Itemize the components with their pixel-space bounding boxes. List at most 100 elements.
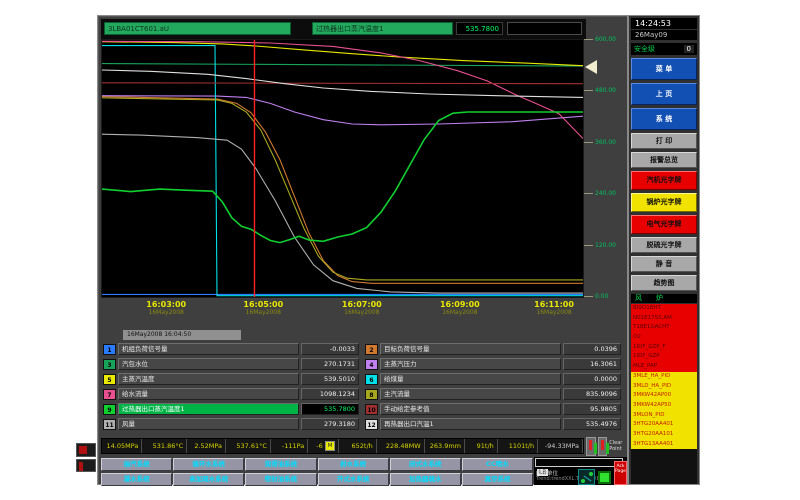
pen-color-chip: 11 (103, 419, 116, 430)
alarm-item[interactable]: 3MLE_HA_PID (631, 372, 697, 382)
pen-row-12[interactable]: 12再热器出口汽温1535.4976 (365, 417, 621, 431)
sidebar-button[interactable]: 电气光字牌 (631, 215, 697, 234)
pen-row-2[interactable]: 2目标负荷信号量0.0396 (365, 342, 621, 356)
menu-button[interactable]: 密封油系统 (245, 473, 316, 486)
tick-mark (584, 193, 593, 194)
pen-row-7[interactable]: 7给水流量1098.1234 (103, 387, 359, 401)
pen-row-10[interactable]: 10手动给定参考值95.9805 (365, 402, 621, 416)
menu-button[interactable]: 开式水系统 (318, 473, 389, 486)
x-axis-tick: 16:09:0016May2008 (425, 300, 495, 316)
pen-color-chip: 8 (365, 389, 378, 400)
header-aux-box[interactable] (507, 22, 582, 35)
tick-mark (584, 296, 593, 297)
menu-button[interactable]: 射水系统 (318, 458, 389, 471)
alarm-item[interactable]: MLE_PAP (631, 362, 697, 372)
pen-color-chip: 6 (365, 374, 378, 385)
status-segment: -111Pa (271, 439, 308, 453)
sidebar-button[interactable]: 趋势图 (631, 275, 697, 291)
pen-label: 主汽流量 (380, 388, 561, 400)
pen-row-4[interactable]: 4主蒸汽压力16.3061 (365, 357, 621, 371)
pen-label: 汽包水位 (118, 358, 299, 370)
pen-value: 16.3061 (563, 358, 621, 370)
ack-page-button[interactable]: AckPage (614, 461, 627, 485)
pen-row-9[interactable]: 9过热器出口蒸汽温度1535.7800 (103, 402, 359, 416)
alarm-item[interactable]: 3MKW42AP00 (631, 391, 697, 401)
sidebar-button[interactable]: 锅炉光字牌 (631, 193, 697, 212)
alarm-item[interactable]: 3MLON_PID (631, 411, 697, 421)
clear-point-label: Clear Point (609, 437, 628, 457)
alarm-item[interactable]: BI9O1BHT (631, 304, 697, 314)
status-value: 91t/h (477, 442, 494, 450)
trend-curve-pen-4 (102, 96, 583, 125)
status-segment: 91t/h (465, 439, 498, 453)
alarm-item[interactable]: N01E17SS.AM (631, 314, 697, 324)
status-value: 531.86°C (153, 442, 184, 450)
alarm-item[interactable]: 3MKW42AP50 (631, 401, 697, 411)
pen-row-11[interactable]: 11风量279.3180 (103, 417, 359, 431)
menu-button[interactable]: 润滑油系统 (245, 458, 316, 471)
sidebar-button[interactable]: 脱硫光字牌 (631, 237, 697, 253)
status-value: 2.52MPa (194, 442, 222, 450)
pen-color-chip: 9 (103, 404, 116, 415)
menu-button[interactable]: 抽汽系统 (101, 458, 172, 471)
pen-tag-field[interactable]: 3LBA01CT601.aU (104, 22, 291, 35)
pen-value: 279.3180 (301, 418, 359, 430)
pen-color-chip: 10 (365, 404, 378, 415)
pen-description-field[interactable]: 过热器出口蒸汽温度1 (312, 22, 453, 35)
sidebar-nav: 菜 单上 页系 统打 印报警总览汽机光字牌锅炉光字牌电气光字牌脱硫光字牌静 音趋… (631, 55, 697, 291)
menu-row-2: 凝水系统高加疏水系统密封油系统开式水系统加热器疏水真空系统 (101, 473, 533, 486)
menu-button[interactable]: 加热器疏水 (390, 473, 461, 486)
status-segment: -6M (308, 439, 339, 453)
trend-plot-area[interactable] (101, 39, 584, 298)
sidebar-button[interactable]: 汽机光字牌 (631, 171, 697, 190)
alarm-item[interactable]: 3MLD_HA_PID (631, 382, 697, 392)
menu-button[interactable]: CC喷水 (462, 458, 533, 471)
trend-curve-pen-9 (102, 112, 583, 243)
background-window-fragment (76, 459, 96, 472)
pen-row-5[interactable]: 5主蒸汽温度539.5010 (103, 372, 359, 386)
process-status-bar: 14.05MPa531.86°C2.52MPa537.61°C-111Pa-6M… (101, 438, 584, 454)
alarm-item[interactable]: 3HTG20AA401 (631, 420, 697, 430)
alarm-item[interactable]: 3HTG13AA401 (631, 440, 697, 450)
sidebar-button[interactable]: 报警总览 (631, 152, 697, 168)
pen-color-chip: 5 (103, 374, 116, 385)
security-level-label: 安全级 (634, 44, 655, 54)
sidebar-button[interactable]: 系 统 (631, 108, 697, 130)
alarm-item[interactable]: 3HTG20AA101 (631, 430, 697, 440)
x-axis-tick: 16:03:0016May2008 (131, 300, 201, 316)
pen-color-chip: 4 (365, 359, 378, 370)
menu-button[interactable]: 凝水系统 (101, 473, 172, 486)
sidebar-button[interactable]: 菜 单 (631, 58, 697, 80)
pen-value: 0.0396 (563, 343, 621, 355)
alarm-item[interactable]: T18E1GACHT (631, 323, 697, 333)
scale-marker-triangle[interactable] (585, 60, 597, 74)
pen-value: 270.1731 (301, 358, 359, 370)
menu-button[interactable]: 高加疏水系统 (173, 473, 244, 486)
trend-curve-pen-10 (102, 83, 583, 84)
pen-row-3[interactable]: 3汽包水位270.1731 (103, 357, 359, 371)
pen-label: 机组负荷信号量 (118, 343, 299, 355)
green-action-button[interactable] (598, 471, 611, 484)
indicator-widget[interactable] (586, 437, 596, 456)
sidebar-button[interactable]: 静 音 (631, 256, 697, 272)
alarm-item[interactable]: O2 (631, 333, 697, 343)
pen-row-1[interactable]: 1机组负荷信号量-0.0033 (103, 342, 359, 356)
tick-mark (584, 90, 593, 91)
cursor-timestamp: 16May2008 16:04:50 (123, 330, 241, 340)
alarm-item[interactable]: 1IDF_GZP_F (631, 343, 697, 353)
red-indicator-icon (79, 446, 87, 454)
command-input[interactable]: LB (535, 458, 623, 467)
menu-button[interactable]: 循环水系统 (173, 458, 244, 471)
indicator-widget[interactable] (598, 437, 608, 456)
pen-row-6[interactable]: 6给煤量0.0000 (365, 372, 621, 386)
alarm-item[interactable]: 1IDF_GZP (631, 352, 697, 362)
pen-row-8[interactable]: 8主汽流量835.9096 (365, 387, 621, 401)
status-value: -111Pa (282, 442, 304, 450)
sidebar-button[interactable]: 上 页 (631, 83, 697, 105)
sidebar-button[interactable]: 打 印 (631, 133, 697, 149)
status-segment: 531.86°C (142, 439, 187, 453)
status-segment: 652t/h (339, 439, 376, 453)
link-nodes-icon[interactable] (578, 469, 595, 485)
menu-button[interactable]: 闭式水系统 (390, 458, 461, 471)
menu-button[interactable]: 真空系统 (462, 473, 533, 486)
